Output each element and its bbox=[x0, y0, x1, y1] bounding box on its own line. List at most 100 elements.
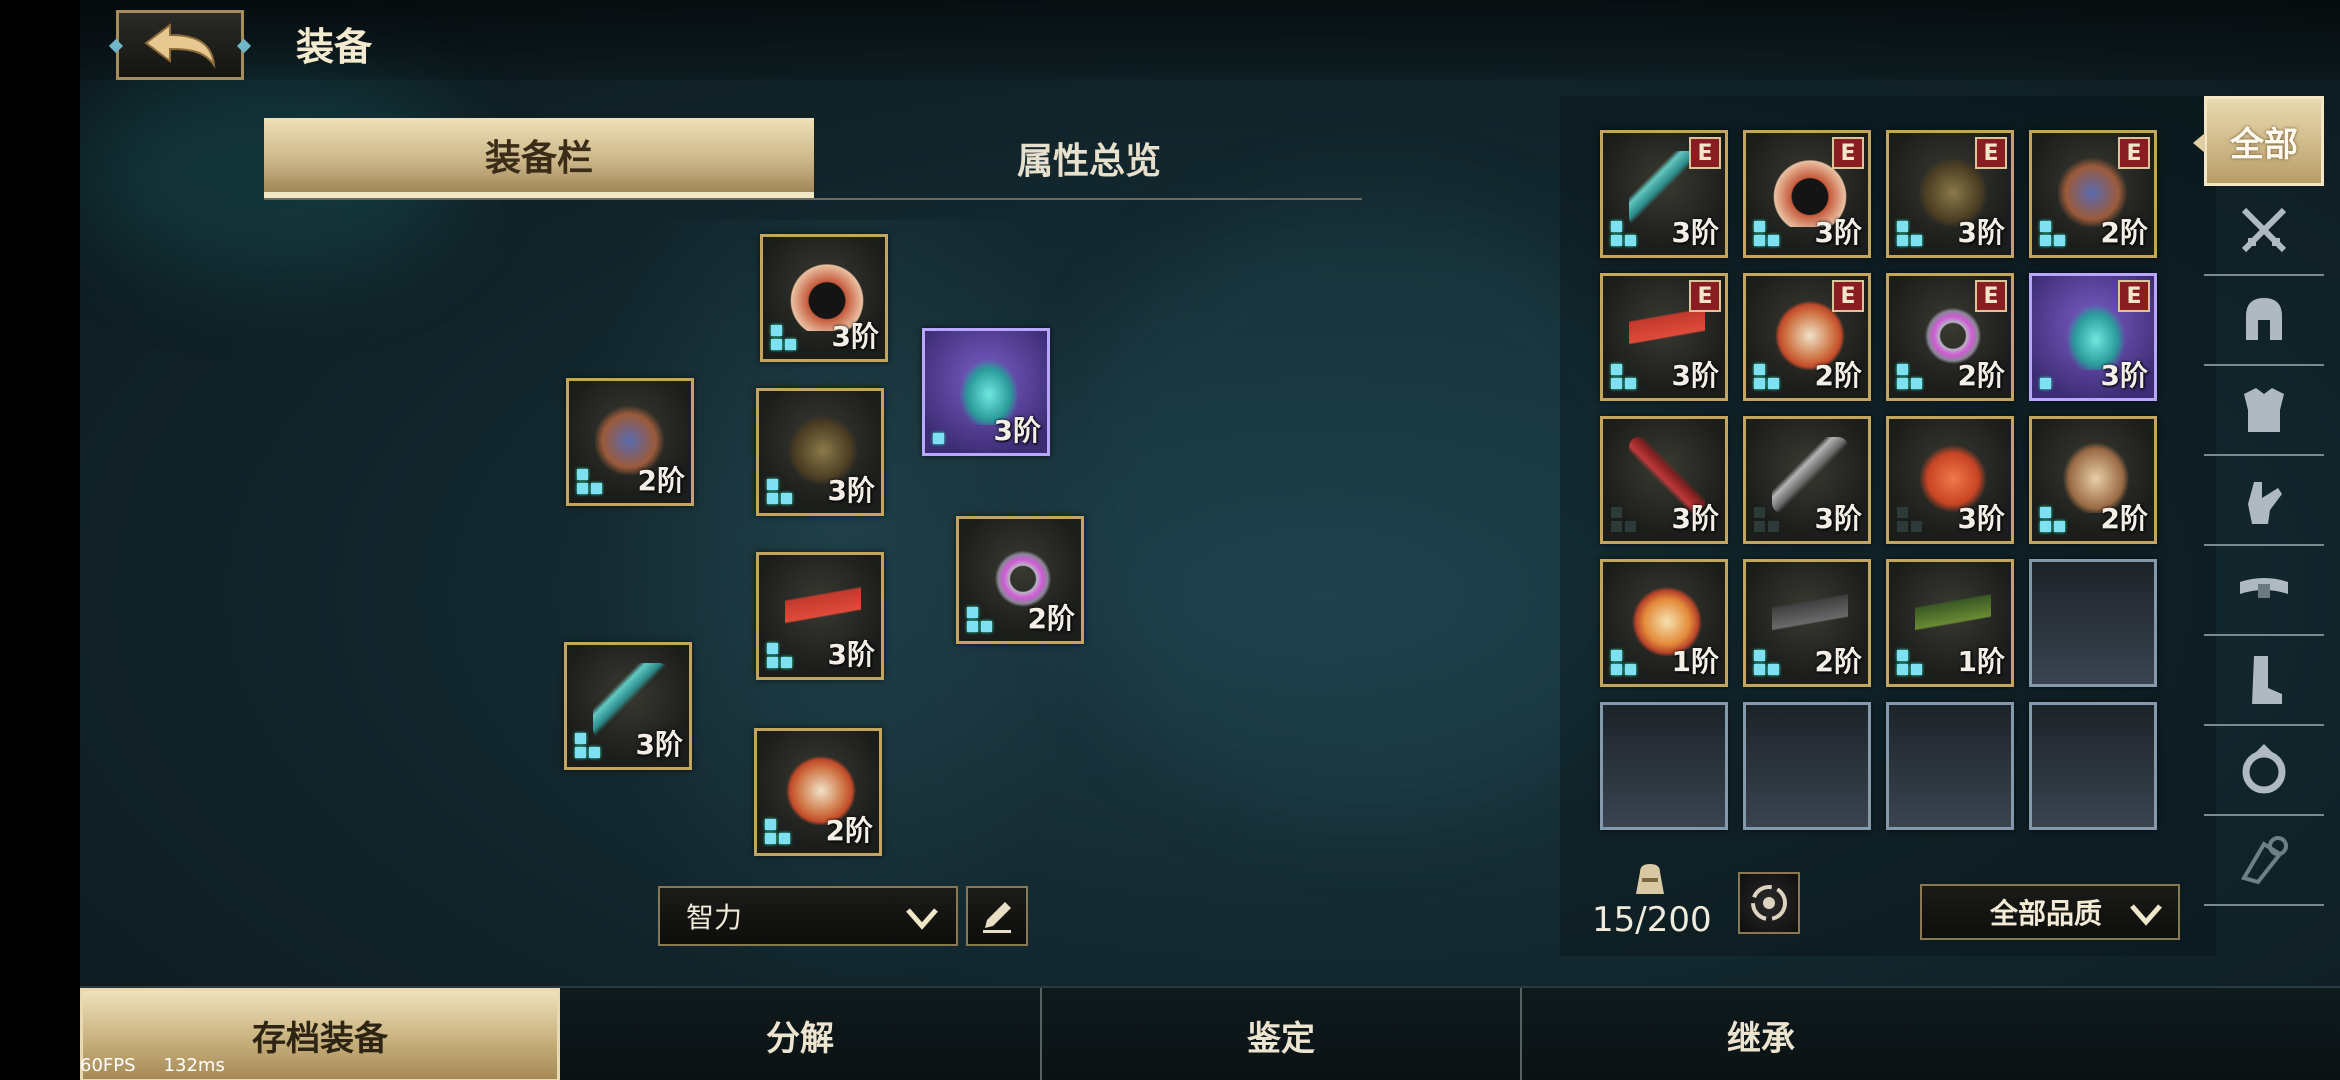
equip-slot-bow[interactable]: 3阶 bbox=[564, 642, 692, 770]
chevron-down-icon bbox=[906, 908, 938, 930]
equipped-badge: E bbox=[1975, 280, 2007, 312]
tab-attribute-overview[interactable]: 属性总览 bbox=[814, 118, 1364, 198]
equip-slot-glove[interactable]: 2阶 bbox=[566, 378, 694, 506]
tab-bar: 装备栏 属性总览 bbox=[264, 118, 1362, 200]
category-belt[interactable] bbox=[2204, 546, 2324, 636]
tier-label: 2阶 bbox=[1814, 359, 1862, 392]
inventory-slot[interactable]: 3阶 E bbox=[1600, 273, 1728, 401]
tier-label: 3阶 bbox=[827, 638, 875, 671]
tier-label: 3阶 bbox=[1814, 216, 1862, 249]
edit-button[interactable] bbox=[966, 886, 1028, 946]
quality-pips bbox=[1754, 507, 1780, 533]
glove-icon bbox=[2248, 482, 2282, 524]
chevron-down-icon bbox=[2130, 904, 2162, 926]
bag-capacity: 15/200 bbox=[1592, 900, 1712, 940]
inventory-slot-empty[interactable] bbox=[2029, 702, 2157, 830]
stat-priority-select[interactable]: 智力 bbox=[658, 886, 958, 946]
quality-pips bbox=[1897, 364, 1923, 390]
tier-label: 2阶 bbox=[637, 464, 685, 497]
equipped-badge: E bbox=[1832, 137, 1864, 169]
tier-label: 1阶 bbox=[1671, 645, 1719, 678]
tab-identify[interactable]: 鉴定 bbox=[1040, 988, 1520, 1080]
crossed-swords-icon bbox=[2241, 207, 2287, 253]
category-boots[interactable] bbox=[2204, 636, 2324, 726]
quality-filter-value: 全部品质 bbox=[1990, 897, 2103, 930]
quality-filter-select[interactable]: 全部品质 bbox=[1920, 884, 2180, 940]
page-title: 装备 bbox=[296, 25, 373, 69]
inventory-slot[interactable]: 3阶 E bbox=[1743, 130, 1871, 258]
quality-pips bbox=[2040, 364, 2066, 390]
equip-slot-belt[interactable]: 3阶 bbox=[756, 552, 884, 680]
inventory-slot-empty[interactable] bbox=[2029, 559, 2157, 687]
bottom-tab-bar: 存档装备 分解 鉴定 继承 60FPS 132ms bbox=[80, 986, 2340, 1080]
helmet-icon bbox=[2246, 298, 2282, 340]
inventory-slot[interactable]: 2阶 E bbox=[2029, 130, 2157, 258]
category-all[interactable]: 全部 bbox=[2193, 96, 2324, 186]
inventory-slot[interactable]: 3阶 bbox=[1600, 416, 1728, 544]
inventory-slot[interactable]: 2阶 bbox=[1743, 559, 1871, 687]
quality-pips bbox=[1897, 221, 1923, 247]
tier-label: 2阶 bbox=[1814, 645, 1862, 678]
tier-label: 3阶 bbox=[827, 474, 875, 507]
quality-pips bbox=[1611, 650, 1637, 676]
tier-label: 2阶 bbox=[1957, 359, 2005, 392]
inventory-slot[interactable]: 2阶 E bbox=[1743, 273, 1871, 401]
inventory-slot[interactable]: 3阶 bbox=[1743, 416, 1871, 544]
inventory-slot-empty[interactable] bbox=[1600, 702, 1728, 830]
inventory-slot-empty[interactable] bbox=[1743, 702, 1871, 830]
tier-label: 3阶 bbox=[993, 414, 1041, 447]
fps-overlay: 60FPS 132ms bbox=[80, 1055, 253, 1076]
boot-icon bbox=[2252, 656, 2282, 704]
tier-label: 2阶 bbox=[825, 814, 873, 847]
equipped-badge: E bbox=[1689, 280, 1721, 312]
category-armor[interactable] bbox=[2204, 366, 2324, 456]
auto-sort-button[interactable] bbox=[1738, 872, 1800, 934]
equip-slot-boot[interactable]: 2阶 bbox=[754, 728, 882, 856]
inventory-slot[interactable]: 3阶 E bbox=[2029, 273, 2157, 401]
stat-priority-value: 智力 bbox=[686, 901, 743, 934]
belt-icon bbox=[2240, 578, 2288, 598]
tier-label: 3阶 bbox=[1671, 359, 1719, 392]
gem-icon bbox=[2240, 836, 2288, 885]
quality-pips bbox=[1754, 364, 1780, 390]
equip-slot-gem[interactable]: 3阶 bbox=[922, 328, 1050, 456]
inventory-slot-empty[interactable] bbox=[1886, 702, 2014, 830]
inventory-slot[interactable]: 3阶 bbox=[1886, 416, 2014, 544]
tier-label: 3阶 bbox=[831, 320, 879, 353]
quality-pips bbox=[2040, 221, 2066, 247]
tier-label: 3阶 bbox=[2100, 359, 2148, 392]
equipped-badge: E bbox=[2118, 280, 2150, 312]
inventory-slot[interactable]: 1阶 bbox=[1886, 559, 2014, 687]
equip-slot-hood[interactable]: 3阶 bbox=[760, 234, 888, 362]
category-sidebar: 全部 bbox=[2193, 96, 2324, 906]
latency-value: 132ms bbox=[163, 1055, 225, 1076]
category-ring[interactable] bbox=[2204, 726, 2324, 816]
tab-inherit[interactable]: 继承 bbox=[1520, 988, 2000, 1080]
inventory-slot[interactable]: 2阶 bbox=[2029, 416, 2157, 544]
tier-label: 2阶 bbox=[2100, 502, 2148, 535]
inventory-slot[interactable]: 3阶 E bbox=[1886, 130, 2014, 258]
tier-label: 2阶 bbox=[2100, 216, 2148, 249]
quality-pips bbox=[575, 733, 601, 759]
category-helmet[interactable] bbox=[2204, 276, 2324, 366]
inventory-slot[interactable]: 1阶 bbox=[1600, 559, 1728, 687]
armor-icon bbox=[2244, 388, 2284, 432]
tab-equipment-slots[interactable]: 装备栏 bbox=[264, 118, 814, 198]
tab-dismantle[interactable]: 分解 bbox=[560, 988, 1040, 1080]
equip-slot-armor[interactable]: 3阶 bbox=[756, 388, 884, 516]
category-gem[interactable] bbox=[2204, 816, 2324, 906]
quality-pips bbox=[1754, 221, 1780, 247]
inventory-slot[interactable]: 3阶 E bbox=[1600, 130, 1728, 258]
inventory-slot[interactable]: 2阶 E bbox=[1886, 273, 2014, 401]
pencil-icon bbox=[983, 902, 1011, 933]
tier-label: 2阶 bbox=[1027, 602, 1075, 635]
category-glove[interactable] bbox=[2204, 456, 2324, 546]
quality-pips bbox=[765, 819, 791, 845]
category-weapon[interactable] bbox=[2204, 186, 2324, 276]
ring-icon bbox=[2242, 744, 2286, 794]
fps-value: 60FPS bbox=[80, 1055, 136, 1076]
tier-label: 3阶 bbox=[1671, 502, 1719, 535]
back-button[interactable] bbox=[116, 10, 244, 80]
quality-pips bbox=[1897, 507, 1923, 533]
equip-slot-ring[interactable]: 2阶 bbox=[956, 516, 1084, 644]
